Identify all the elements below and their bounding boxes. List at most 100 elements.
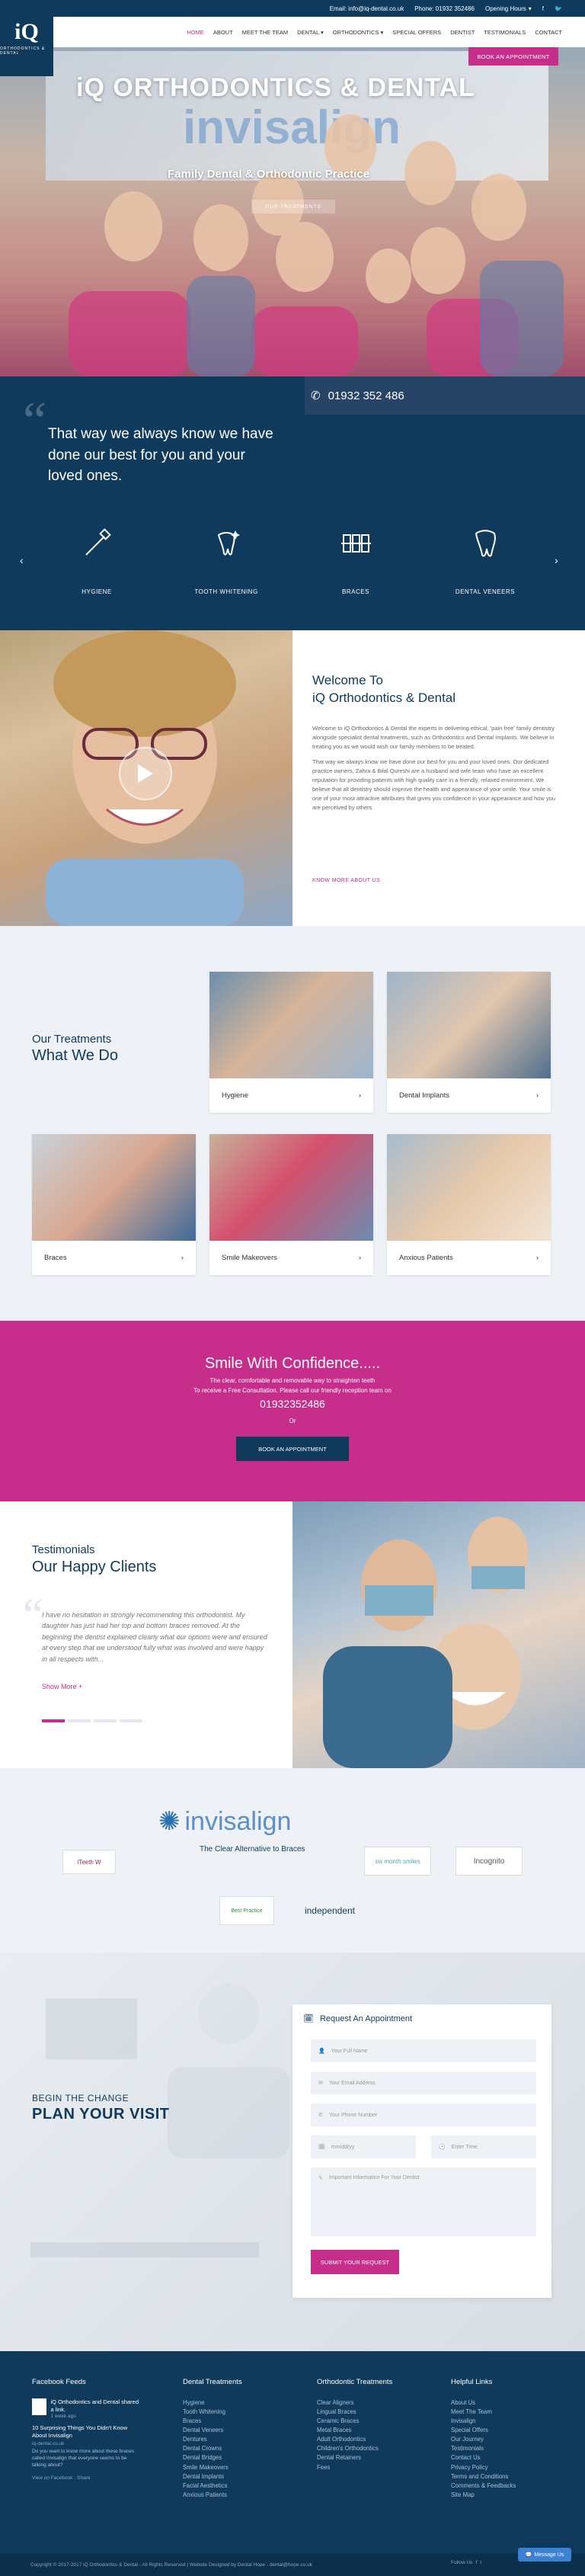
- treatment-image: [387, 1134, 551, 1241]
- nav-meet-the-team[interactable]: MEET THE TEAM: [242, 29, 288, 36]
- footer-ortho-link[interactable]: Clear Aligners: [317, 2398, 392, 2408]
- phone-field[interactable]: ✆ Your Phone Number: [311, 2103, 536, 2126]
- nav-testimonials[interactable]: TESTIMONIALS: [484, 29, 526, 36]
- footer-treatment-link[interactable]: Dental Veneers: [183, 2426, 242, 2435]
- submit-request-button[interactable]: SUBMIT YOUR REQUEST: [311, 2250, 399, 2274]
- treatment-card-dental-implants[interactable]: Dental Implants ›: [387, 972, 551, 1113]
- email-link[interactable]: Email: info@iq-dental.co.uk: [330, 5, 404, 12]
- email-field[interactable]: ✉ Your Email Address: [311, 2071, 536, 2094]
- footer-helpful-link[interactable]: Site Map: [451, 2491, 516, 2500]
- service-dental-veneers[interactable]: DENTAL VENEERS: [440, 527, 531, 595]
- welcome-title: Welcome To iQ Orthodontics & Dental: [312, 673, 456, 705]
- carousel-next-arrow[interactable]: ›: [555, 554, 558, 566]
- show-more-link[interactable]: Show More +: [42, 1683, 82, 1690]
- treatment-image: [32, 1134, 196, 1241]
- nav-dental[interactable]: DENTAL ▾: [297, 29, 324, 36]
- chevron-right-icon: ›: [358, 1254, 361, 1262]
- footer-helpful-link[interactable]: Privacy Policy: [451, 2463, 516, 2472]
- footer-treatment-link[interactable]: Dental Crowns: [183, 2444, 242, 2453]
- fb-post-link[interactable]: 10 Surprising Things You Didn't Know Abo…: [32, 2424, 139, 2440]
- partner-logo: Best Practice: [219, 1896, 274, 1925]
- footer-helpful-link[interactable]: Contact Us: [451, 2453, 516, 2462]
- name-field[interactable]: 👤 Your Full Name: [311, 2039, 536, 2062]
- message-field[interactable]: ✎ Important Information For Your Dentist: [311, 2167, 536, 2236]
- treatment-card-anxious-patients[interactable]: Anxious Patients ›: [387, 1134, 551, 1275]
- carousel-prev-arrow[interactable]: ‹: [20, 554, 24, 566]
- pagination-dot-active[interactable]: [42, 1719, 65, 1722]
- our-treatments-button[interactable]: OUR TREATMENTS: [251, 200, 335, 213]
- appointment-heading: PLAN YOUR VISIT: [32, 2106, 170, 2123]
- footer-ortho-link[interactable]: Lingual Braces: [317, 2408, 392, 2417]
- footer-facebook-feed: Facebook Feeds iQ Orthodontics and Denta…: [32, 2378, 139, 2481]
- date-field[interactable]: 🗓 mm/dd/yy: [311, 2135, 416, 2158]
- footer-helpful-link[interactable]: Our Journey: [451, 2435, 516, 2444]
- opening-hours-dropdown[interactable]: Opening Hours ▾: [485, 5, 532, 12]
- chevron-right-icon: ›: [181, 1254, 184, 1262]
- footer-helpful-link[interactable]: Special Offers: [451, 2426, 516, 2435]
- testimonials-subheading: Testimonials: [32, 1543, 95, 1556]
- phone-link[interactable]: Phone: 01932 352486: [414, 5, 475, 12]
- toothbrush-icon: [85, 528, 111, 556]
- nav-home[interactable]: HOME: [187, 29, 204, 36]
- know-more-link[interactable]: KNOW MORE ABOUT US: [312, 878, 380, 883]
- service-hygiene[interactable]: HYGIENE: [51, 527, 142, 595]
- pagination-dot[interactable]: [94, 1719, 117, 1722]
- invisalign-star-icon: ✺: [158, 1807, 181, 1836]
- hero-section: invisalign iQ ORTHODONTICS & DENTAL Fami…: [0, 47, 585, 376]
- service-tooth-whitening[interactable]: TOOTH WHITENING: [181, 527, 272, 595]
- phone-banner[interactable]: ✆ 01932 352 486: [305, 376, 585, 415]
- footer-treatment-link[interactable]: Dental Bridges: [183, 2453, 242, 2462]
- footer-treatment-link[interactable]: Braces: [183, 2417, 242, 2426]
- service-braces[interactable]: BRACES: [310, 527, 401, 595]
- footer-treatment-link[interactable]: Anxious Patients: [183, 2491, 242, 2500]
- footer-treatment-link[interactable]: Smile Makeovers: [183, 2463, 242, 2472]
- footer-helpful-link[interactable]: About Us: [451, 2398, 516, 2408]
- partner-logo: iTeeth W: [62, 1850, 116, 1874]
- messenger-button[interactable]: 💬 Message Us: [518, 2548, 571, 2562]
- footer-helpful-link[interactable]: Testimonials: [451, 2444, 516, 2453]
- pagination-dot[interactable]: [120, 1719, 142, 1722]
- phone-icon: ✆: [318, 2113, 323, 2118]
- twitter-icon[interactable]: t: [480, 2560, 481, 2565]
- welcome-text: Welcome to iQ Orthodontics & Dental the …: [312, 725, 555, 811]
- invisalign-logo: ✺ invisalign: [158, 1806, 292, 1837]
- footer-helpful-link[interactable]: Invisalign: [451, 2417, 516, 2426]
- twitter-icon[interactable]: 🐦: [555, 5, 562, 12]
- time-field[interactable]: 🕒 Enter Time: [431, 2135, 536, 2158]
- play-video-button[interactable]: [119, 747, 172, 800]
- treatment-card-braces[interactable]: Braces ›: [32, 1134, 196, 1275]
- footer-treatment-link[interactable]: Hygiene: [183, 2398, 242, 2408]
- nav-orthodontics[interactable]: ORTHODONTICS ▾: [333, 29, 384, 36]
- footer-ortho-link[interactable]: Adult Orthodontics: [317, 2435, 392, 2444]
- treatment-card-smile-makeovers[interactable]: Smile Makeovers ›: [209, 1134, 373, 1275]
- view-on-facebook-link[interactable]: View on Facebook · Share: [32, 2475, 139, 2481]
- footer-treatment-link[interactable]: Tooth Whitening: [183, 2408, 242, 2417]
- nav-special-offers[interactable]: SPECIAL OFFERS: [392, 29, 441, 36]
- cta-phone[interactable]: 01932352486: [0, 1398, 585, 1410]
- footer-ortho-link[interactable]: Metal Braces: [317, 2426, 392, 2435]
- nav-about[interactable]: ABOUT: [213, 29, 233, 36]
- facebook-icon[interactable]: f: [476, 2560, 478, 2565]
- footer-helpful-link[interactable]: Meet The Team: [451, 2408, 516, 2417]
- footer-treatment-link[interactable]: Dentures: [183, 2435, 242, 2444]
- cta-book-button[interactable]: BOOK AN APPOINTMENT: [236, 1437, 349, 1461]
- footer-ortho-link[interactable]: Dental Retainers: [317, 2453, 392, 2462]
- user-icon: 👤: [318, 2049, 325, 2054]
- footer-helpful-link[interactable]: Comments & Feedbacks: [451, 2481, 516, 2491]
- footer-ortho-link[interactable]: Ceramic Braces: [317, 2417, 392, 2426]
- footer-ortho-link[interactable]: Fees: [317, 2463, 392, 2472]
- footer-treatment-link[interactable]: Facial Aesthetics: [183, 2481, 242, 2491]
- footer-treatment-link[interactable]: Dental Implants: [183, 2472, 242, 2481]
- facebook-icon[interactable]: f: [542, 5, 544, 12]
- cta-section: [0, 1321, 585, 1501]
- nav-dentist[interactable]: DENTIST: [450, 29, 475, 36]
- footer-ortho-link[interactable]: Children's Orthodontics: [317, 2444, 392, 2453]
- treatment-card-hygiene[interactable]: Hygiene ›: [209, 972, 373, 1113]
- nav-contact[interactable]: CONTACT: [535, 29, 562, 36]
- book-appointment-button[interactable]: BOOK AN APPOINTMENT: [468, 47, 558, 66]
- footer-helpful-link[interactable]: Terms and Conditions: [451, 2472, 516, 2481]
- top-bar: Email: info@iq-dental.co.uk Phone: 01932…: [0, 0, 585, 17]
- partner-logo: independent: [304, 1905, 356, 1916]
- site-logo[interactable]: iQ ORTHODONTICS & DENTAL: [0, 0, 53, 76]
- pagination-dot[interactable]: [68, 1719, 91, 1722]
